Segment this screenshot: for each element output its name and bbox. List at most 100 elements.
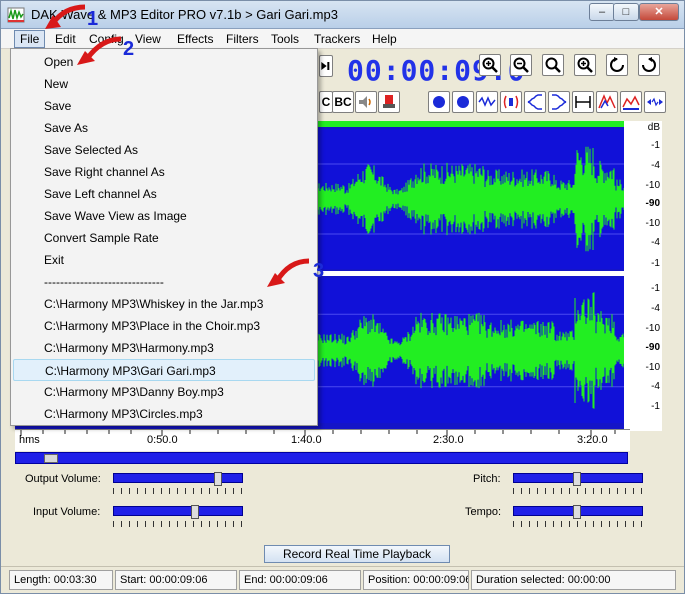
fade-in-button[interactable] (524, 91, 546, 113)
ruler-ticks (20, 430, 616, 436)
record-stop-button[interactable] (452, 91, 474, 113)
annotation-arrow-3: 3 (267, 258, 324, 287)
wave-effect-button[interactable] (476, 91, 498, 113)
menu-item-save-left-channel[interactable]: Save Left channel As (13, 183, 315, 205)
menu-item-new[interactable]: New (13, 73, 315, 95)
record-real-time-playback-button[interactable]: Record Real Time Playback (264, 545, 450, 563)
recent-file-item[interactable]: C:\Harmony MP3\Whiskey in the Jar.mp3 (13, 293, 315, 315)
file-menu-dropdown: Open New Save Save As Save Selected As S… (10, 48, 318, 426)
stretch-icon (647, 97, 663, 107)
wave-icon (478, 96, 496, 107)
c-button[interactable]: C (319, 91, 333, 113)
status-start: Start: 00:00:09:06 (115, 570, 237, 590)
circle-icon (433, 96, 445, 108)
db-label: -1 (651, 140, 660, 151)
recent-file-item[interactable]: C:\Harmony MP3\Place in the Choir.mp3 (13, 315, 315, 337)
zoom-fit-button[interactable] (542, 54, 564, 76)
menu-tools[interactable]: Tools (271, 32, 299, 46)
ruler-tick-label: 3:20.0 (577, 434, 608, 446)
undo-icon (610, 57, 624, 72)
menu-item-save[interactable]: Save (13, 95, 315, 117)
tempo-label: Tempo: (465, 506, 502, 518)
scrollbar-thumb[interactable] (44, 454, 58, 463)
status-end: End: 00:00:09:06 (239, 570, 361, 590)
zoom-in-icon (482, 57, 498, 73)
menu-item-save-selected-as[interactable]: Save Selected As (13, 139, 315, 161)
slider-thumb[interactable] (573, 472, 581, 486)
record-start-button[interactable] (428, 91, 450, 113)
menu-help[interactable]: Help (372, 32, 397, 46)
status-length: Length: 00:03:30 (9, 570, 113, 590)
ruler-tick-label: 1:40.0 (291, 434, 322, 446)
speaker-button[interactable] (355, 91, 377, 113)
echo-button[interactable] (500, 91, 522, 113)
db-scale: dB -1 -4 -10 -90 -10 -4 -1 -1 -4 -10 -90… (624, 121, 662, 431)
redo-button[interactable] (638, 54, 660, 76)
slider-ticks (513, 488, 643, 494)
annotation-number: 1 (87, 8, 98, 30)
recent-file-item[interactable]: C:\Harmony MP3\Danny Boy.mp3 (13, 381, 315, 403)
db-label: -10 (645, 180, 660, 191)
menu-item-save-right-channel[interactable]: Save Right channel As (13, 161, 315, 183)
recent-file-item[interactable]: C:\Harmony MP3\Circles.mp3 (13, 403, 315, 425)
menu-trackers[interactable]: Trackers (314, 32, 360, 46)
menu-filters[interactable]: Filters (226, 32, 259, 46)
zoom-selection-icon (577, 57, 593, 73)
annotation-arrow-1: 1 (45, 4, 98, 30)
horizontal-scrollbar[interactable] (15, 452, 628, 464)
db-label: -4 (651, 381, 660, 392)
fade-out-icon (552, 94, 567, 110)
db-label: -90 (645, 342, 660, 353)
input-volume-slider[interactable] (113, 505, 243, 519)
record-button-icon-btn[interactable] (378, 91, 400, 113)
recent-file-item[interactable]: C:\Harmony MP3\Gari Gari.mp3 (13, 359, 315, 381)
menu-effects[interactable]: Effects (177, 32, 213, 46)
slider-thumb[interactable] (191, 505, 199, 519)
status-position: Position: 00:00:09:06 (363, 570, 469, 590)
db-label: -4 (651, 237, 660, 248)
redo-icon (642, 57, 656, 72)
zoom-selection-button[interactable] (574, 54, 596, 76)
menu-item-convert-sample-rate[interactable]: Convert Sample Rate (13, 227, 315, 249)
status-bar: Length: 00:03:30 Start: 00:00:09:06 End:… (1, 566, 684, 593)
skip-end-button[interactable] (319, 55, 333, 77)
fade-out-button[interactable] (548, 91, 570, 113)
bc-button[interactable]: BC (332, 91, 354, 113)
recent-file-item[interactable]: C:\Harmony MP3\Harmony.mp3 (13, 337, 315, 359)
envelope-button[interactable] (620, 91, 642, 113)
slider-thumb[interactable] (573, 505, 581, 519)
slider-thumb[interactable] (214, 472, 222, 486)
close-button[interactable]: ✕ (639, 3, 679, 21)
db-label: -1 (651, 283, 660, 294)
normalize-button[interactable] (572, 91, 594, 113)
menu-item-save-as[interactable]: Save As (13, 117, 315, 139)
undo-button[interactable] (606, 54, 628, 76)
ruler-unit: hms (19, 434, 40, 446)
db-label: -10 (645, 362, 660, 373)
stretch-button[interactable] (644, 91, 666, 113)
amplify-button[interactable] (596, 91, 618, 113)
zoom-out-button[interactable] (510, 54, 532, 76)
time-ruler[interactable]: hms 0:50.0 1:40.0 2:30.0 3:20.0 (15, 429, 630, 451)
maximize-button[interactable]: □ (613, 3, 639, 21)
menu-item-open[interactable]: Open (13, 51, 315, 73)
magnifier-icon (545, 57, 561, 73)
output-volume-slider[interactable] (113, 472, 243, 486)
db-label: -10 (645, 323, 660, 334)
skip-end-icon (321, 62, 330, 70)
minimize-button[interactable]: – (589, 3, 615, 21)
db-label: -1 (651, 401, 660, 412)
speaker-icon (359, 96, 371, 108)
pitch-label: Pitch: (473, 473, 501, 485)
record-icon (383, 95, 395, 108)
menu-item-save-wave-view[interactable]: Save Wave View as Image (13, 205, 315, 227)
circle-icon (457, 96, 469, 108)
tempo-slider[interactable] (513, 505, 643, 519)
ruler-tick-label: 0:50.0 (147, 434, 178, 446)
pitch-slider[interactable] (513, 472, 643, 486)
zoom-in-button[interactable] (479, 54, 501, 76)
db-label: -4 (651, 303, 660, 314)
status-duration: Duration selected: 00:00:00 (471, 570, 676, 590)
annotation-number: 3 (313, 260, 324, 282)
title-bar: DAK Wave & MP3 Editor PRO v7.1b > Gari G… (1, 1, 684, 29)
